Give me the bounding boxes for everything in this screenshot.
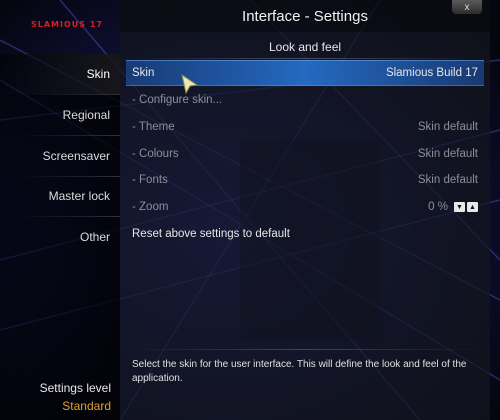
sidebar-item-label: Other [79,230,110,244]
up-arrow-icon[interactable]: ▲ [467,202,478,212]
settings-level-value: Standard [62,399,111,413]
sidebar-item-label: Master lock [48,189,110,203]
zoom-spinner: ▼ ▲ [454,202,478,212]
close-icon: x [464,1,470,13]
setting-label: - Colours [132,148,179,160]
zoom-setting[interactable]: - Zoom 0 % ▼ ▲ [126,194,484,220]
mouse-pointer-icon [181,74,199,94]
reset-settings-button[interactable]: Reset above settings to default [126,221,484,247]
theme-setting[interactable]: - Theme Skin default [126,114,484,140]
configure-skin-setting[interactable]: - Configure skin... [126,87,484,113]
skin-setting[interactable]: Skin Slamious Build 17 [126,60,484,86]
window-title: Interface - Settings [120,0,490,32]
sidebar-item-screensaver[interactable]: Screensaver [0,136,120,176]
setting-value: Slamious Build 17 [385,67,478,79]
sidebar-item-regional[interactable]: Regional [0,95,120,135]
sidebar-item-skin[interactable]: Skin [0,54,120,94]
settings-level-label: Settings level [39,381,111,395]
sidebar: Skin Regional Screensaver Master lock Ot… [0,54,120,420]
setting-label: Reset above settings to default [132,228,290,240]
section-title: Look and feel [268,40,342,54]
close-button[interactable]: x [452,0,482,14]
setting-label: Skin [132,67,155,79]
setting-description: Select the skin for the user interface. … [132,359,467,384]
setting-label: - Configure skin... [132,94,223,106]
settings-level[interactable]: Settings level Standard [40,379,111,415]
sidebar-item-label: Screensaver [42,149,110,163]
zoom-control: 0 % ▼ ▲ [428,201,478,213]
sidebar-item-label: Skin [86,67,110,81]
setting-value: 0 % [428,201,448,213]
description-divider [126,349,484,350]
setting-label: - Theme [132,121,175,133]
colours-setting[interactable]: - Colours Skin default [126,141,484,167]
sidebar-item-other[interactable]: Other [0,217,120,257]
setting-value: Skin default [417,174,478,186]
section-divider [130,58,480,59]
setting-value: Skin default [417,121,478,133]
sidebar-item-master-lock[interactable]: Master lock [0,176,120,216]
sidebar-item-label: Regional [62,108,110,122]
fonts-setting[interactable]: - Fonts Skin default [126,167,484,193]
setting-label: - Zoom [132,201,169,213]
brand-logo: SLAMIOUS 17 [31,20,103,29]
setting-label: - Fonts [132,174,168,186]
setting-value: Skin default [417,148,478,160]
down-arrow-icon[interactable]: ▼ [454,202,465,212]
